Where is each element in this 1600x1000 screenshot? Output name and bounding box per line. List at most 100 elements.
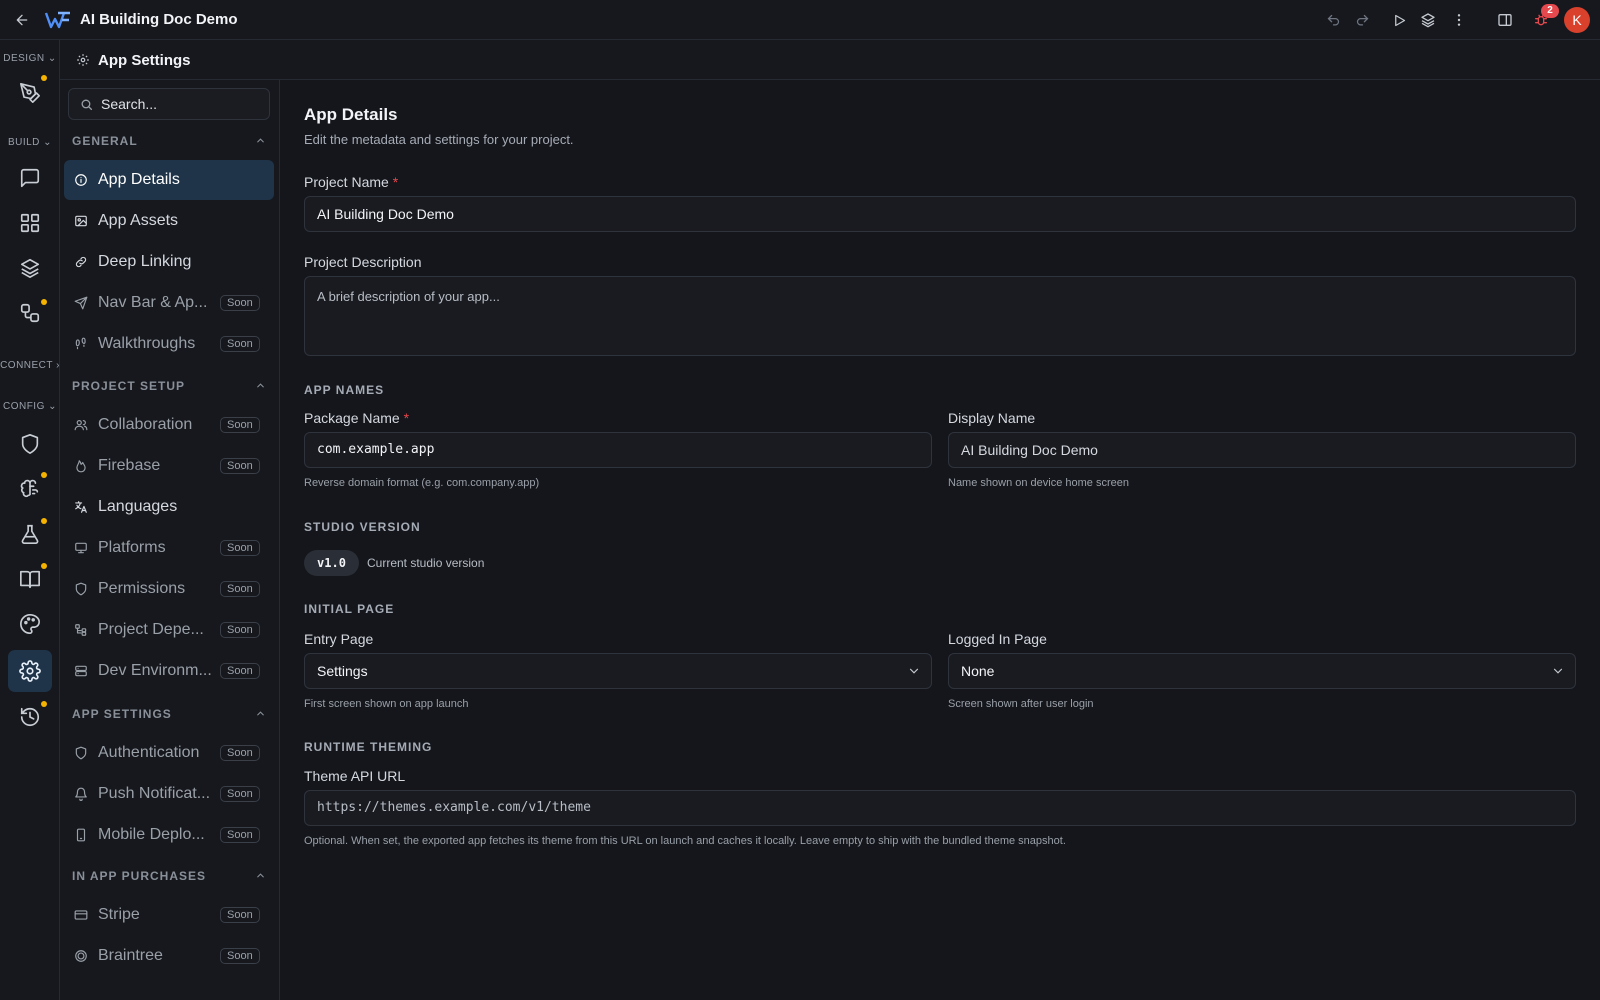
undo-icon[interactable] [1323,10,1343,30]
sidebar-section-general[interactable]: GENERAL [72,134,138,148]
rail-section-build[interactable]: BUILD ⌄ [0,137,60,148]
shield-icon[interactable] [8,423,52,465]
users-icon [74,418,88,432]
grid-icon[interactable] [8,202,52,244]
bell-icon [74,787,88,801]
flame-icon [74,459,88,473]
server-icon [74,664,88,678]
studio-version-badge: v1.0 [304,550,359,576]
translate-icon [74,500,88,514]
rail-section-connect[interactable]: CONNECT › [0,360,60,371]
soon-badge: Soon [220,907,260,923]
coin-icon [74,949,88,963]
soon-badge: Soon [220,540,260,556]
project-name-input[interactable]: AI Building Doc Demo [304,196,1576,232]
sidebar-item-label: Stripe [98,906,140,923]
palette-icon[interactable] [8,603,52,645]
info-icon [74,173,88,187]
sidebar-item-firebase[interactable]: Firebase Soon [64,446,274,486]
entry-page-help: First screen shown on app launch [304,698,469,710]
sidebar-item-label: Languages [98,498,178,515]
monitor-icon [74,541,88,555]
sidebar-item-braintree[interactable]: Braintree Soon [64,936,274,976]
credit-card-icon [74,908,88,922]
chevron-up-icon[interactable] [255,380,266,391]
package-name-help: Reverse domain format (e.g. com.company.… [304,477,540,489]
sidebar-item-mobile-deplo[interactable]: Mobile Deplo... Soon [64,815,274,855]
sidebar-item-permissions[interactable]: Permissions Soon [64,569,274,609]
footprints-icon [74,337,88,351]
sidebar-item-dev-environm[interactable]: Dev Environm... Soon [64,651,274,691]
sidebar-item-nav-bar-ap[interactable]: Nav Bar & Ap... Soon [64,283,274,323]
sidebar-item-platforms[interactable]: Platforms Soon [64,528,274,568]
rail-section-config[interactable]: CONFIG ⌄ [0,401,60,412]
shield-icon [74,746,88,760]
sidebar-item-label: Push Notificat... [98,785,211,802]
chevron-up-icon[interactable] [255,708,266,719]
settings-gear-icon [76,53,90,67]
soon-badge: Soon [220,336,260,352]
sidebar-item-label: Project Depe... [98,621,204,638]
project-description-textarea[interactable]: A brief description of your app... [304,276,1576,356]
logged-in-page-help: Screen shown after user login [948,698,1094,710]
sidebar-item-languages[interactable]: Languages [64,487,274,527]
link-icon [74,255,88,269]
sidebar-item-stripe[interactable]: Stripe Soon [64,895,274,935]
sidebar-item-app-details[interactable]: App Details [64,160,274,200]
logo-icon [44,8,72,32]
ai-notification-dot [41,472,47,478]
settings-icon[interactable] [8,650,52,692]
soon-badge: Soon [220,663,260,679]
sidebar-item-label: App Assets [98,212,179,229]
sidebar-item-label: Nav Bar & Ap... [98,294,208,311]
back-arrow-icon[interactable] [12,10,32,30]
soon-badge: Soon [220,458,260,474]
settings-title: App Settings [98,52,191,69]
sidebar-section-project-setup[interactable]: PROJECT SETUP [72,379,185,393]
build-notification-dot [41,299,47,305]
logged-in-page-value: None [961,663,995,679]
design-notification-dot [41,75,47,81]
soon-badge: Soon [220,417,260,433]
rail-section-design[interactable]: DESIGN ⌄ [0,53,60,64]
sidebar-item-deep-linking[interactable]: Deep Linking [64,242,274,282]
sidebar-item-authentication[interactable]: Authentication Soon [64,733,274,773]
play-icon[interactable] [1389,10,1409,30]
panel-icon[interactable] [1495,10,1515,30]
shield-icon [74,582,88,596]
layers-icon[interactable] [8,247,52,289]
more-vertical-icon[interactable] [1449,10,1469,30]
user-avatar[interactable]: K [1564,7,1590,33]
display-name-label: Display Name [948,410,1036,426]
search-input[interactable] [101,89,261,119]
sidebar-item-project-depe[interactable]: Project Depe... Soon [64,610,274,650]
message-square-icon[interactable] [8,157,52,199]
chevron-up-icon[interactable] [255,870,266,881]
soon-badge: Soon [220,622,260,638]
display-name-input[interactable]: AI Building Doc Demo [948,432,1576,468]
chevron-up-icon[interactable] [255,135,266,146]
send-icon [74,296,88,310]
theme-api-url-input[interactable]: https://themes.example.com/v1/theme [304,790,1576,826]
sidebar-item-push-notificat[interactable]: Push Notificat... Soon [64,774,274,814]
layers-icon[interactable] [1418,10,1438,30]
soon-badge: Soon [220,745,260,761]
sidebar-item-app-assets[interactable]: App Assets [64,201,274,241]
redo-icon[interactable] [1352,10,1372,30]
workflow-icon[interactable] [8,292,52,334]
logged-in-page-select[interactable]: None [948,653,1576,689]
notification-badge: 2 [1541,4,1559,18]
history-notification-dot [41,701,47,707]
package-name-label: Package Name * [304,410,410,426]
search-box[interactable] [68,88,270,120]
app-details-panel: App Details Edit the metadata and settin… [280,80,1600,1000]
studio-version-caption: Current studio version [367,556,485,570]
sidebar-section-app-settings[interactable]: APP SETTINGS [72,707,172,721]
sidebar-item-label: Permissions [98,580,186,597]
sidebar-item-label: Mobile Deplo... [98,826,205,843]
package-name-input[interactable]: com.example.app [304,432,932,468]
entry-page-select[interactable]: Settings [304,653,932,689]
sidebar-section-in-app-purchases[interactable]: IN APP PURCHASES [72,869,206,883]
sidebar-item-walkthroughs[interactable]: Walkthroughs Soon [64,324,274,364]
sidebar-item-collaboration[interactable]: Collaboration Soon [64,405,274,445]
